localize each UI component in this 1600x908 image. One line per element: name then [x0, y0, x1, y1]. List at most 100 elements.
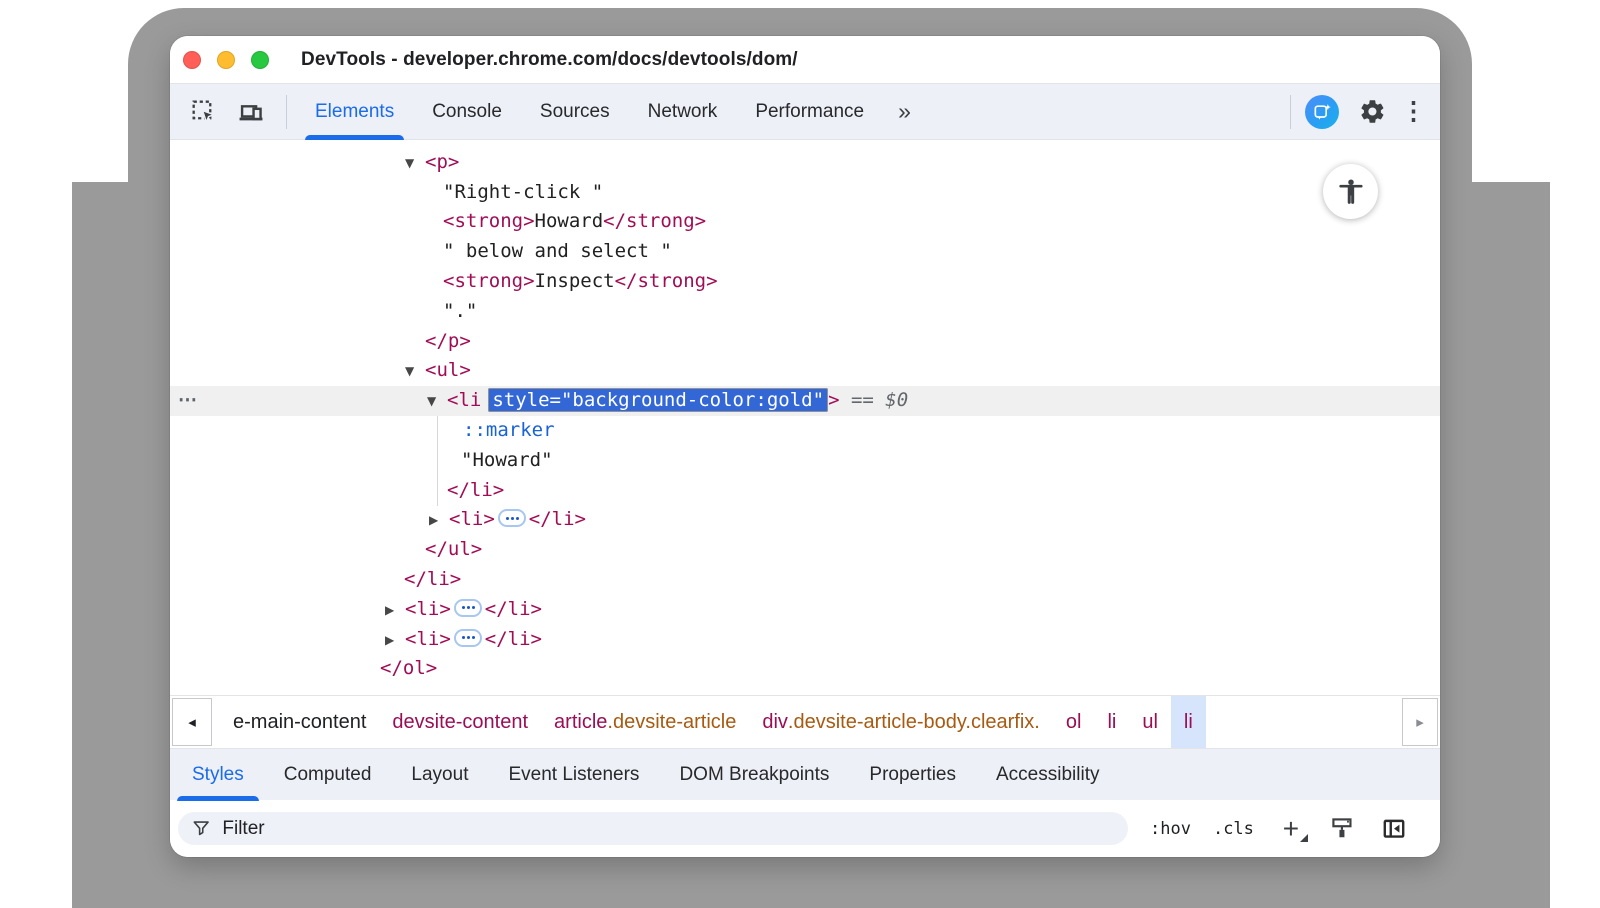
rendering-emulation-icon[interactable]	[1330, 816, 1355, 841]
dom-tree-row[interactable]: ▼<p>	[170, 148, 1440, 178]
filter-field-container	[178, 812, 1128, 845]
breadcrumb-scroll-left-button[interactable]: ◂	[172, 698, 212, 746]
dom-tree-row[interactable]: ::marker	[170, 140, 1440, 148]
dom-tree-row[interactable]: <strong>Howard</strong>	[170, 207, 1440, 237]
dom-tree-row[interactable]: ▶<li></li>	[170, 505, 1440, 535]
dom-token-tag: </p>	[425, 330, 471, 352]
dom-tree-row[interactable]: ▶<li></li>	[170, 595, 1440, 625]
dom-tree-row[interactable]: </ul>	[170, 535, 1440, 565]
tab-styles[interactable]: Styles	[174, 749, 262, 801]
expand-arrow-icon[interactable]: ▶	[385, 596, 405, 626]
dom-tree-row[interactable]: </li>	[170, 476, 1440, 506]
inspect-element-icon[interactable]	[186, 95, 220, 129]
dom-token-dollar: $0	[885, 389, 908, 411]
breadcrumb-segment: div	[762, 711, 788, 734]
breadcrumb-segment: li	[1184, 711, 1193, 734]
dom-tree-row[interactable]: </li>	[170, 565, 1440, 595]
minimize-window-button[interactable]	[217, 51, 235, 69]
accessibility-icon	[1336, 177, 1366, 207]
dom-tree-row[interactable]: </p>	[170, 327, 1440, 357]
dom-tree-row[interactable]: "Right-click "	[170, 178, 1440, 208]
close-window-button[interactable]	[183, 51, 201, 69]
new-style-rule-button[interactable]: +	[1278, 816, 1304, 842]
expand-arrow-icon[interactable]: ▶	[385, 626, 405, 656]
collapse-arrow-icon[interactable]: ▼	[405, 357, 425, 387]
tab-dom-breakpoints[interactable]: DOM Breakpoints	[661, 749, 847, 801]
dom-token-tag: </ol>	[380, 657, 437, 679]
collapsed-content-ellipsis-icon[interactable]	[498, 509, 526, 527]
element-class-toggle[interactable]: .cls	[1213, 819, 1254, 839]
expand-arrow-icon[interactable]: ▶	[429, 506, 449, 536]
dom-tree-row[interactable]: " below and select "	[170, 237, 1440, 267]
dom-token-tag: </li>	[529, 508, 586, 530]
dom-tree-row[interactable]: </ol>	[170, 654, 1440, 684]
more-options-icon[interactable]: ⋮	[1401, 99, 1426, 124]
pseudo-state-toggle[interactable]: :hov	[1150, 819, 1191, 839]
collapsed-content-ellipsis-icon[interactable]	[454, 629, 482, 647]
breadcrumb-item-selected[interactable]: li	[1171, 696, 1206, 748]
devtools-toolbar: ElementsConsoleSourcesNetworkPerformance…	[170, 84, 1440, 140]
device-toolbar-icon[interactable]	[234, 95, 268, 129]
breadcrumb-item[interactable]: article.devsite-article	[541, 696, 749, 748]
dom-tree-row-selected[interactable]: ⋯▼<listyle="background-color:gold"> == $…	[170, 386, 1440, 416]
breadcrumb: e-main-contentdevsite-contentarticle.dev…	[220, 696, 1206, 748]
new-style-rule-dropdown-corner	[1300, 834, 1308, 842]
collapse-arrow-icon[interactable]: ▼	[427, 387, 447, 417]
breadcrumb-segment: devsite-content	[392, 711, 528, 734]
breadcrumb-scroll-right-button[interactable]: ▸	[1402, 698, 1438, 746]
dom-token-tag: </strong>	[615, 270, 718, 292]
filter-input[interactable]	[222, 818, 1114, 840]
tab-event-listeners[interactable]: Event Listeners	[490, 749, 657, 801]
toolbar-divider-right	[1290, 95, 1291, 129]
window-titlebar: DevTools - developer.chrome.com/docs/dev…	[170, 36, 1440, 84]
dom-tree-row[interactable]: <strong>Inspect</strong>	[170, 267, 1440, 297]
breadcrumb-item[interactable]: e-main-content	[220, 696, 379, 748]
ai-assistance-icon[interactable]	[1305, 95, 1339, 129]
dom-token-tag: </li>	[485, 598, 542, 620]
indent-guide	[437, 416, 438, 506]
dom-token-tag: <ul>	[425, 359, 471, 381]
tab-accessibility[interactable]: Accessibility	[978, 749, 1117, 801]
tab-layout[interactable]: Layout	[393, 749, 486, 801]
panel-tabs: ElementsConsoleSourcesNetworkPerformance	[301, 84, 888, 140]
dom-token-tag: </li>	[447, 479, 504, 501]
breadcrumb-item[interactable]: ul	[1129, 696, 1171, 748]
accessibility-fab[interactable]	[1323, 164, 1378, 219]
breadcrumb-segment: .devsite-article-body.clearfix.	[788, 711, 1040, 734]
stage: DevTools - developer.chrome.com/docs/dev…	[0, 0, 1600, 908]
breadcrumb-segment: article	[554, 711, 607, 734]
maximize-window-button[interactable]	[251, 51, 269, 69]
tab-computed[interactable]: Computed	[266, 749, 390, 801]
tab-console[interactable]: Console	[418, 84, 516, 140]
devtools-window: DevTools - developer.chrome.com/docs/dev…	[170, 36, 1440, 857]
collapsed-content-ellipsis-icon[interactable]	[454, 599, 482, 617]
tab-sources[interactable]: Sources	[526, 84, 624, 140]
more-tabs-icon[interactable]: »	[888, 98, 921, 125]
breadcrumb-item[interactable]: devsite-content	[379, 696, 541, 748]
node-options-dots-icon[interactable]: ⋯	[178, 386, 198, 416]
dom-token-tag: </li>	[404, 568, 461, 590]
breadcrumb-segment: ul	[1142, 711, 1158, 734]
dom-tree-row[interactable]: "."	[170, 297, 1440, 327]
window-title: DevTools - developer.chrome.com/docs/dev…	[301, 49, 798, 71]
tab-properties[interactable]: Properties	[851, 749, 974, 801]
breadcrumb-item[interactable]: div.devsite-article-body.clearfix.	[749, 696, 1053, 748]
breadcrumb-bar: ◂ e-main-contentdevsite-contentarticle.d…	[170, 695, 1440, 748]
dom-tree-row[interactable]: "Howard"	[170, 446, 1440, 476]
settings-gear-icon[interactable]	[1355, 95, 1389, 129]
tab-performance[interactable]: Performance	[741, 84, 878, 140]
dom-token-text: "."	[443, 300, 477, 322]
toggle-sidebar-icon[interactable]	[1381, 816, 1407, 842]
breadcrumb-item[interactable]: li	[1094, 696, 1129, 748]
breadcrumb-item[interactable]: ol	[1053, 696, 1095, 748]
tab-network[interactable]: Network	[634, 84, 732, 140]
dom-tree-row[interactable]: ▼<ul>	[170, 356, 1440, 386]
dom-token-tag: </li>	[485, 628, 542, 650]
tab-elements[interactable]: Elements	[301, 84, 408, 140]
dom-tree-row[interactable]: ::marker	[170, 416, 1440, 446]
funnel-icon	[192, 819, 210, 838]
edited-attribute-selection: style="background-color:gold"	[488, 388, 828, 412]
toolbar-divider	[286, 95, 287, 129]
collapse-arrow-icon[interactable]: ▼	[405, 149, 425, 179]
dom-tree-row[interactable]: ▶<li></li>	[170, 625, 1440, 655]
